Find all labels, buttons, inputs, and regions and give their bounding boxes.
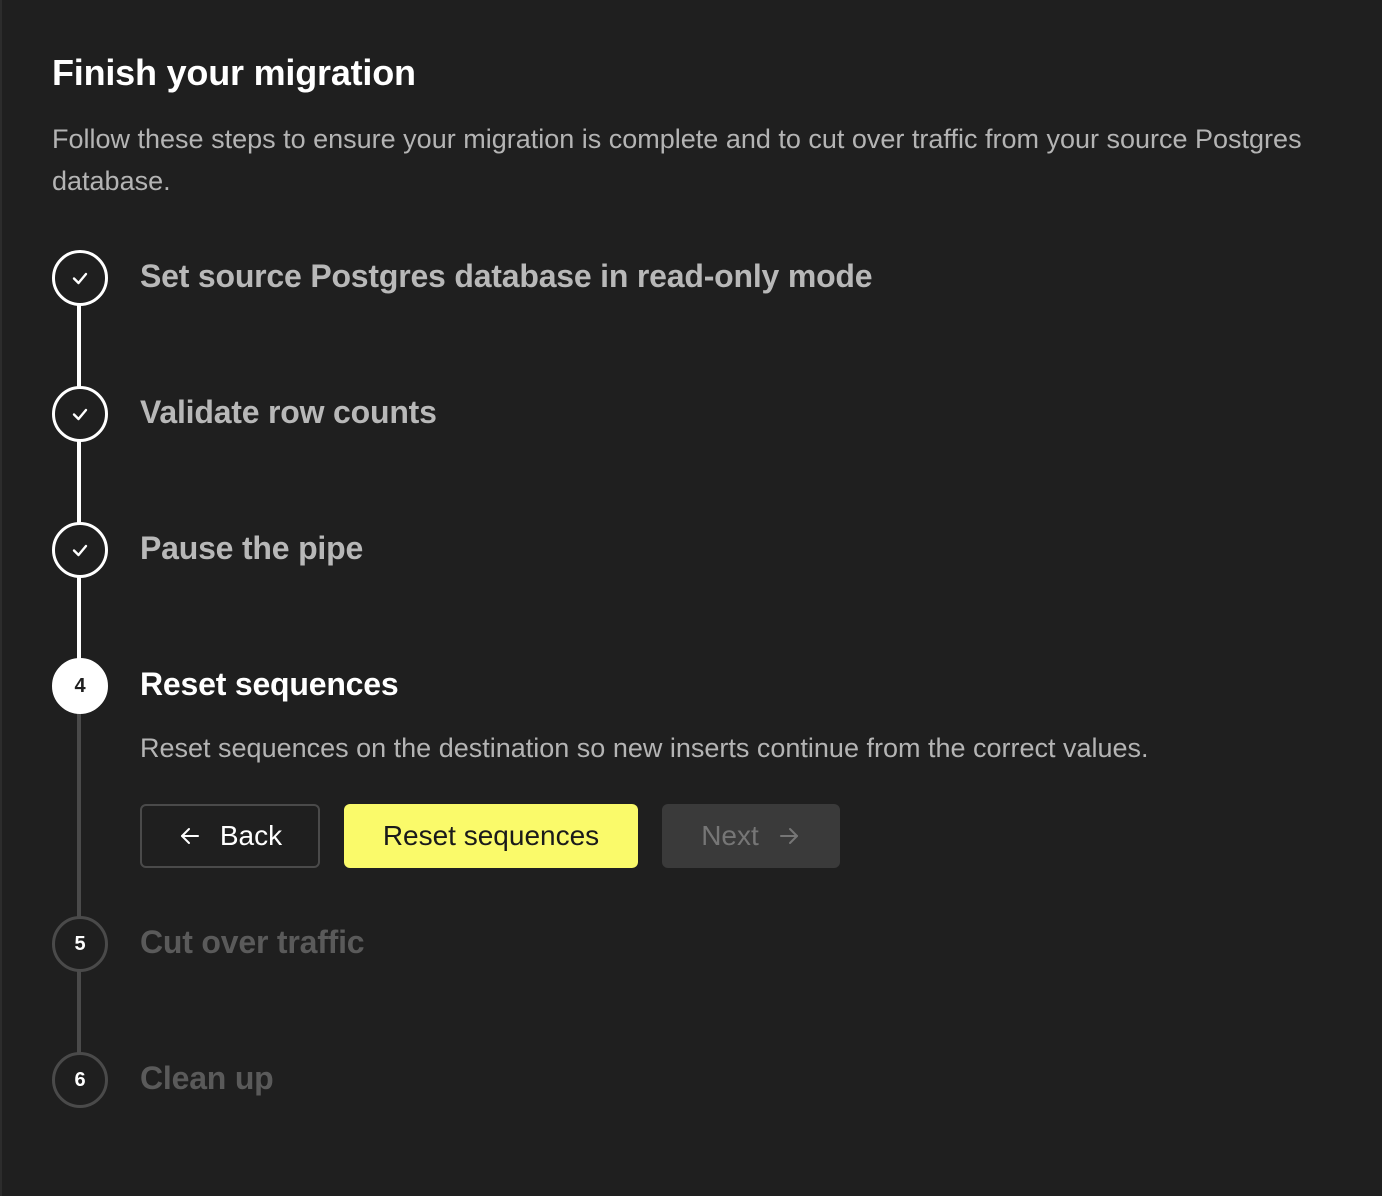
step-connector-3-4 xyxy=(77,576,81,660)
check-icon xyxy=(72,272,88,285)
step-connector-1-2 xyxy=(77,304,81,388)
next-button-label: Next xyxy=(701,820,759,851)
step-1-title: Set source Postgres database in read-onl… xyxy=(140,258,873,294)
step-connector-5-6 xyxy=(77,970,81,1054)
arrow-right-icon xyxy=(777,824,801,848)
step-5-title: Cut over traffic xyxy=(140,924,365,960)
step-connector-2-3 xyxy=(77,440,81,524)
reset-sequences-button-label: Reset sequences xyxy=(382,820,600,851)
check-icon xyxy=(72,408,88,421)
step-connector-4-5 xyxy=(77,712,81,918)
back-button[interactable]: Back xyxy=(140,804,320,868)
arrow-left-icon xyxy=(178,824,202,848)
step-5-indicator: 5 xyxy=(52,916,108,972)
step-6-indicator: 6 xyxy=(52,1052,108,1108)
step-6-number: 6 xyxy=(74,1068,86,1091)
step-6-title: Clean up xyxy=(140,1060,274,1096)
step-4-description: Reset sequences on the destination so ne… xyxy=(140,733,1149,763)
step-3-title: Pause the pipe xyxy=(140,530,364,566)
step-2-title: Validate row counts xyxy=(140,394,437,430)
reset-sequences-button[interactable]: Reset sequences xyxy=(344,804,638,868)
step-1-indicator xyxy=(52,250,108,306)
migration-panel: Finish your migration Follow these steps… xyxy=(0,0,1382,1196)
back-button-label: Back xyxy=(219,820,283,851)
step-4-indicator: 4 xyxy=(52,658,108,714)
step-5-number: 5 xyxy=(74,932,86,955)
page-title: Finish your migration xyxy=(52,52,416,93)
next-button[interactable]: Next xyxy=(662,804,840,868)
step-4-number: 4 xyxy=(74,674,86,697)
step-2-indicator xyxy=(52,386,108,442)
check-icon xyxy=(72,544,88,557)
step-3-indicator xyxy=(52,522,108,578)
step-4-title: Reset sequences xyxy=(140,666,399,702)
page-subtitle: Follow these steps to ensure your migrat… xyxy=(52,124,1302,196)
